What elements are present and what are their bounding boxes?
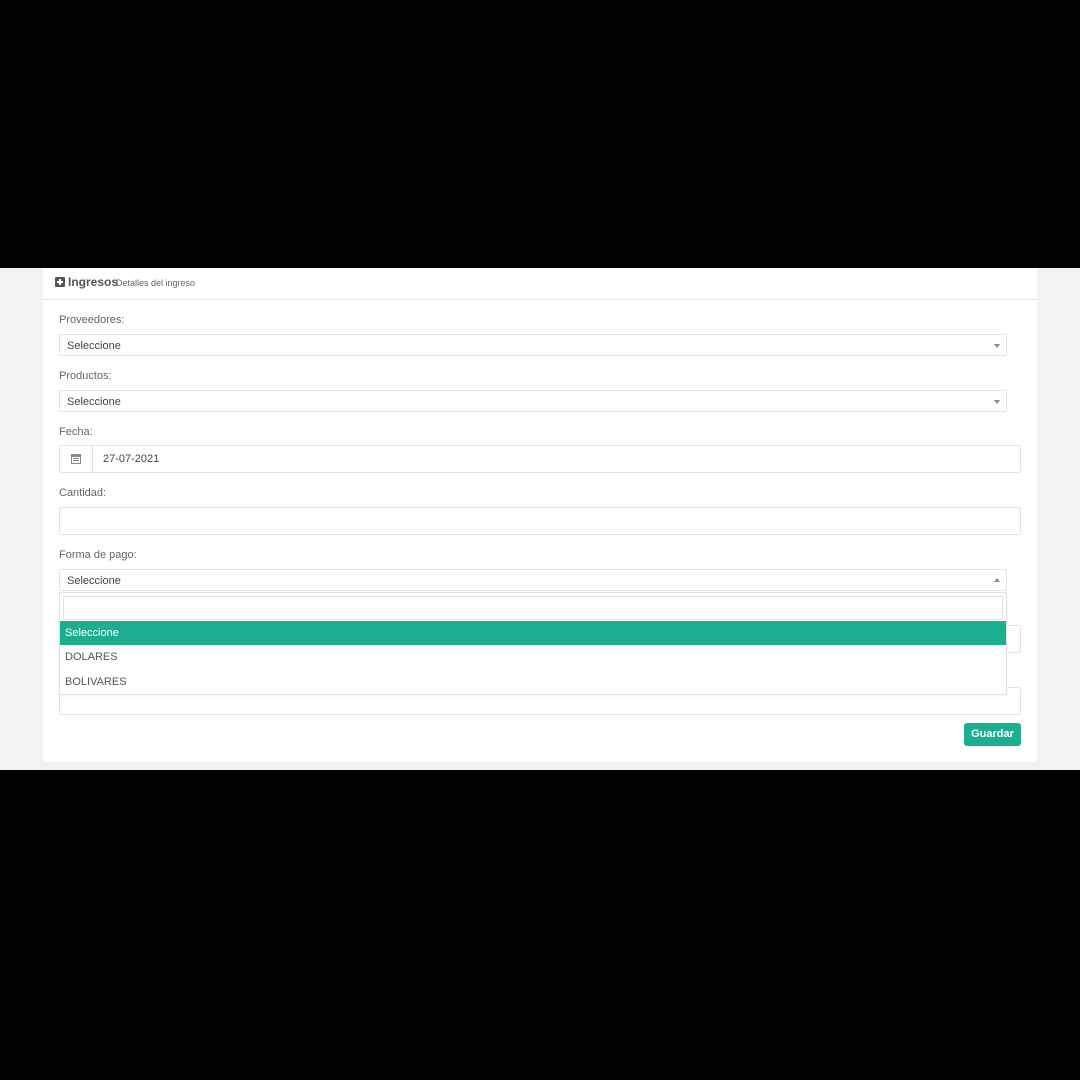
productos-label: Productos: xyxy=(59,370,112,382)
forma-pago-dropdown: Seleccione DOLARES BOLIVARES xyxy=(59,592,1007,695)
productos-value: Seleccione xyxy=(67,396,121,408)
dropdown-option[interactable]: Seleccione xyxy=(60,621,1006,645)
chevron-down-icon xyxy=(994,344,1000,348)
fecha-input-group[interactable]: 27-07-2021 xyxy=(59,445,1021,473)
cantidad-label: Cantidad: xyxy=(59,487,107,499)
forma-pago-label: Forma de pago: xyxy=(59,549,137,561)
forma-pago-value: Seleccione xyxy=(67,575,121,587)
dropdown-search-input[interactable] xyxy=(63,596,1003,620)
proveedores-value: Seleccione xyxy=(67,340,121,352)
page-area: Ingresos Detalles del ingreso Proveedore… xyxy=(0,268,1080,770)
forma-pago-select[interactable]: Seleccione xyxy=(59,569,1007,591)
proveedores-label: Proveedores: xyxy=(59,314,125,326)
fecha-label: Fecha: xyxy=(59,426,93,438)
dropdown-option[interactable]: BOLIVARES xyxy=(60,670,1006,694)
chevron-up-icon xyxy=(994,578,1000,582)
panel-subtitle: Detalles del ingreso xyxy=(116,278,196,288)
plus-square-icon xyxy=(55,277,65,287)
proveedores-select[interactable]: Seleccione xyxy=(59,334,1007,356)
date-addon[interactable] xyxy=(60,446,93,472)
productos-select[interactable]: Seleccione xyxy=(59,390,1007,412)
save-button[interactable]: Guardar xyxy=(964,723,1021,746)
panel-header: Ingresos Detalles del ingreso xyxy=(43,268,1037,300)
dropdown-option[interactable]: DOLARES xyxy=(60,645,1006,669)
calendar-icon xyxy=(71,454,81,464)
chevron-down-icon xyxy=(994,400,1000,404)
cantidad-input[interactable] xyxy=(59,507,1021,535)
ingresos-panel: Ingresos Detalles del ingreso Proveedore… xyxy=(43,268,1037,762)
fecha-value[interactable]: 27-07-2021 xyxy=(103,453,159,465)
panel-title: Ingresos xyxy=(68,275,119,289)
